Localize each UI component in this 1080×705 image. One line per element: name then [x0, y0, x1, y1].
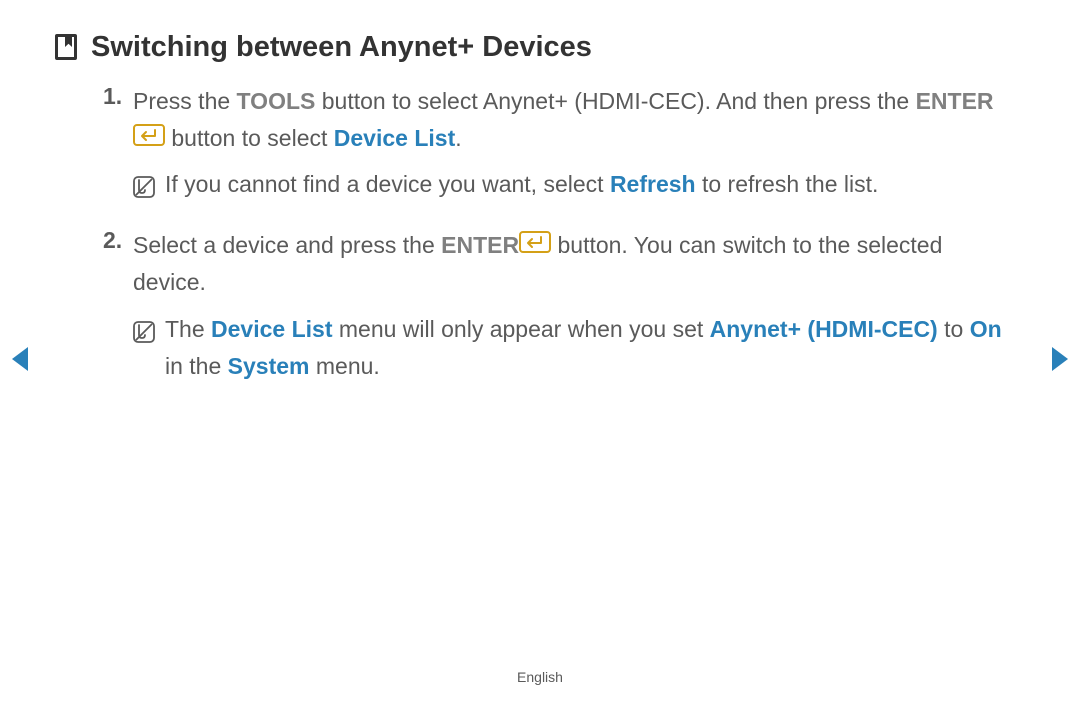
note-text: The Device List menu will only appear wh…	[165, 311, 1020, 385]
note-1: If you cannot find a device you want, se…	[133, 166, 1020, 203]
text: Select a device and press the	[133, 232, 441, 258]
note-text: If you cannot find a device you want, se…	[165, 166, 878, 203]
note-icon	[133, 317, 155, 339]
step-body: Press the TOOLS button to select Anynet+…	[133, 83, 1020, 217]
section-heading: Switching between Anynet+ Devices	[55, 30, 1020, 65]
text: .	[455, 125, 461, 151]
text: in the	[165, 353, 228, 379]
text: The	[165, 316, 211, 342]
text: to	[938, 316, 970, 342]
step-body: Select a device and press the ENTER butt…	[133, 227, 1020, 398]
refresh-label: Refresh	[610, 171, 696, 197]
text: Press the	[133, 88, 237, 114]
footer-language: English	[0, 669, 1080, 685]
note-icon	[133, 172, 155, 194]
enter-icon	[519, 227, 551, 264]
step-1: 1. Press the TOOLS button to select Anyn…	[103, 83, 1020, 217]
enter-icon	[133, 120, 165, 157]
heading-text: Switching between Anynet+ Devices	[91, 30, 592, 65]
text: menu.	[309, 353, 379, 379]
tools-label: TOOLS	[237, 88, 316, 114]
note-2: The Device List menu will only appear wh…	[133, 311, 1020, 385]
text: menu will only appear when you set	[332, 316, 709, 342]
device-list-label: Device List	[334, 125, 455, 151]
text: to refresh the list.	[696, 171, 879, 197]
step-2: 2. Select a device and press the ENTER b…	[103, 227, 1020, 398]
text: button to select Anynet+ (HDMI-CEC). And…	[315, 88, 915, 114]
text: button to select	[165, 125, 334, 151]
enter-label: ENTER	[441, 232, 519, 258]
step-number: 1.	[103, 83, 123, 217]
text: If you cannot find a device you want, se…	[165, 171, 610, 197]
step-number: 2.	[103, 227, 123, 398]
enter-label: ENTER	[916, 88, 994, 114]
anynet-label: Anynet+ (HDMI-CEC)	[710, 316, 938, 342]
system-label: System	[228, 353, 310, 379]
bookmark-icon	[55, 34, 77, 60]
nav-next-button[interactable]	[1050, 345, 1072, 378]
on-label: On	[970, 316, 1002, 342]
device-list-label: Device List	[211, 316, 332, 342]
nav-prev-button[interactable]	[8, 345, 30, 378]
